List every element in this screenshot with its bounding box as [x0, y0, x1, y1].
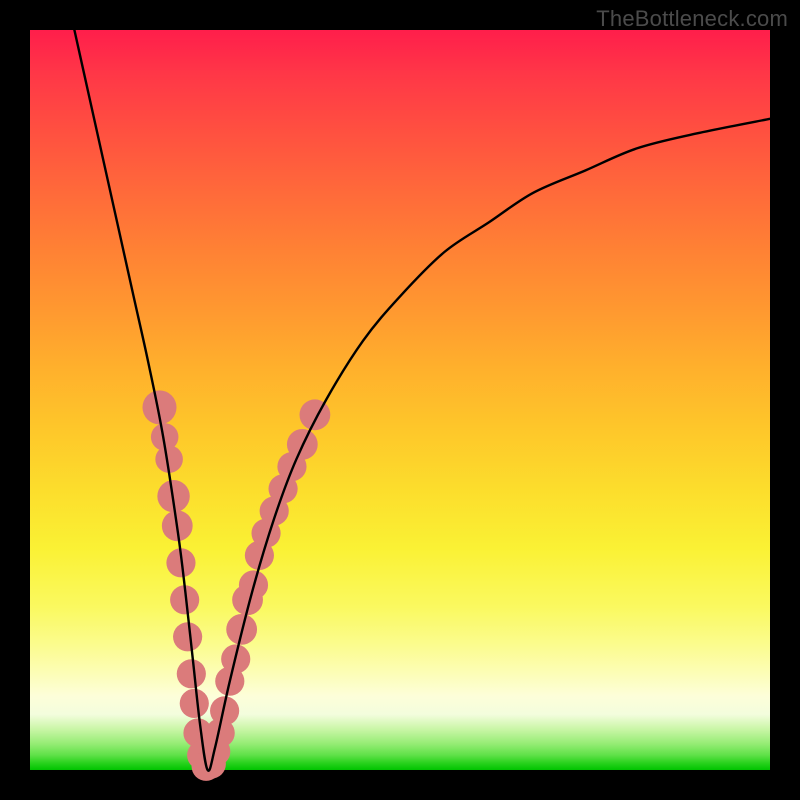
highlight-dot: [180, 689, 209, 718]
watermark-text: TheBottleneck.com: [596, 6, 788, 32]
plot-area: [30, 30, 770, 770]
chart-svg: [30, 30, 770, 770]
highlight-dot: [300, 399, 331, 430]
chart-frame: TheBottleneck.com: [0, 0, 800, 800]
highlight-dot: [173, 622, 202, 651]
bottleneck-curve: [74, 30, 770, 771]
highlight-dot: [177, 659, 206, 688]
